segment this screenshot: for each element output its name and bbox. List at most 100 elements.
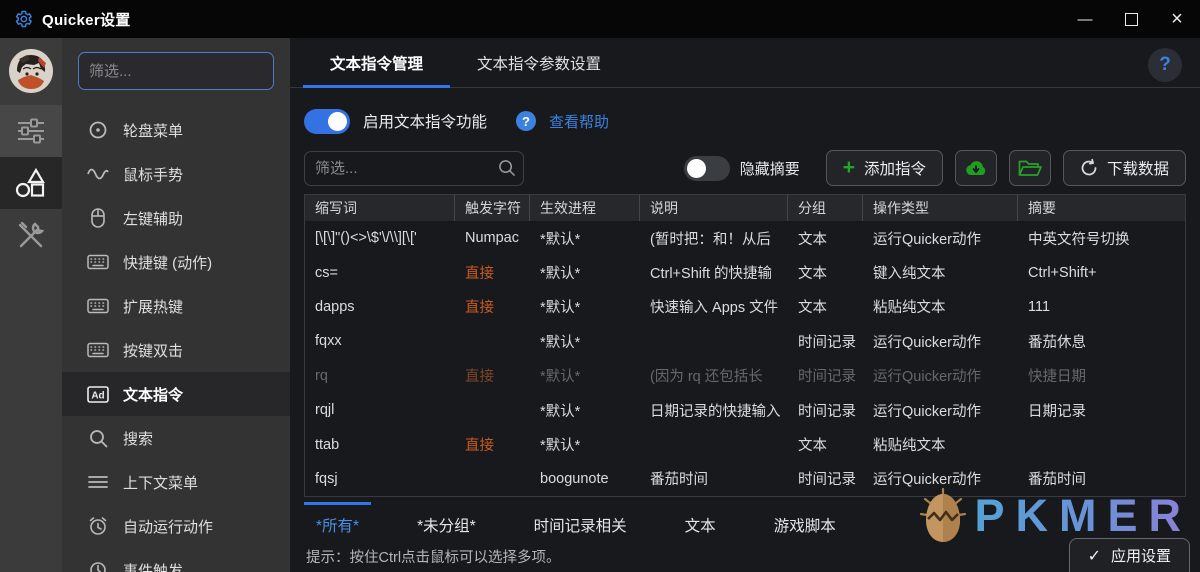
sidebar-item-event-trigger[interactable]: 事件触发 [62, 548, 290, 572]
mouse-icon [86, 208, 110, 228]
table-cell: 日期记录 [1028, 403, 1086, 420]
hide-summary-toggle[interactable] [683, 155, 730, 181]
alarm-clock-icon [86, 516, 110, 536]
table-cell: 运行Quicker动作 [873, 472, 981, 489]
tab-bar: 文本指令管理 文本指令参数设置 [290, 38, 1200, 88]
group-tab[interactable]: 游戏脚本 [762, 502, 848, 542]
keyboard-icon [86, 342, 110, 358]
cloud-download-button[interactable] [954, 150, 997, 186]
sidebar-item-extended-hotkeys[interactable]: 扩展热键 [62, 284, 290, 328]
table-cell: (因为 rq 还包括长 [650, 369, 763, 386]
table-cell: cs= [315, 264, 338, 281]
table-cell: dapps [315, 298, 355, 315]
table-cell: 文本 [798, 266, 827, 283]
table-cell: fqsj [315, 470, 338, 487]
add-command-button[interactable]: + 添加指令 [825, 150, 943, 186]
download-data-button[interactable]: 下载数据 [1062, 150, 1186, 186]
group-tab[interactable]: *未分组* [405, 502, 488, 542]
column-header[interactable]: 操作类型 [863, 195, 1018, 221]
table-cell: 直接 [465, 300, 494, 317]
minimize-button[interactable]: — [1062, 0, 1108, 38]
table-row[interactable]: cs= 直接 *默认* Ctrl+Shift 的快捷输 文本 键入纯文本 Ctrl+Shif… [305, 255, 1185, 289]
table-body: [\[\]"()<>\$'\/\\][\[' Numpac *默认* (暂时把：和！从… [305, 221, 1185, 496]
search-icon [86, 429, 110, 448]
table-cell: 粘贴纯文本 [873, 300, 946, 317]
table-cell: 番茄休息 [1028, 334, 1086, 351]
tools-icon [16, 220, 46, 250]
help-question-icon: ? [516, 111, 537, 131]
wave-icon [86, 166, 110, 182]
table-cell: 快捷日期 [1028, 369, 1086, 386]
table-row[interactable]: rqjl *默认* 日期记录的快捷输入 时间记录 运行Quicker动作 日期记录 [305, 393, 1185, 427]
sidebar-item-wheel-menu[interactable]: 轮盘菜单 [62, 108, 290, 152]
table-cell: 中英文符号切换 [1028, 231, 1130, 248]
maximize-icon [1124, 12, 1138, 26]
text-command-table: 缩写词 触发字符 生效进程 说明 分组 操作类型 摘要 [\[\]"()<>\$'\/\\]… [304, 194, 1186, 498]
group-tab-bar: *所有* *未分组* 时间记录相关 文本 游戏脚本 [304, 502, 1200, 542]
table-row[interactable]: ttab 直接 *默认* 文本 粘贴纯文本 [305, 427, 1185, 461]
table-cell: 直接 [465, 369, 494, 386]
table-cell: 运行Quicker动作 [873, 369, 981, 386]
table-cell: ttab [315, 436, 340, 453]
group-tab[interactable]: 时间记录相关 [522, 502, 639, 542]
sidebar-item-key-double-click[interactable]: 按键双击 [62, 328, 290, 372]
tab-text-command-management[interactable]: 文本指令管理 [303, 52, 451, 88]
main-panel: 文本指令管理 文本指令参数设置 ? 启用文本指令功能 ? 查看帮助 隐藏摘要 [290, 38, 1200, 572]
help-button[interactable]: ? [1148, 48, 1182, 82]
table-cell: 键入纯文本 [873, 266, 946, 283]
svg-text:Ad: Ad [91, 390, 104, 401]
open-folder-button[interactable] [1008, 150, 1051, 186]
refresh-icon [1080, 159, 1098, 177]
sidebar-item-context-menu[interactable]: 上下文菜单 [62, 460, 290, 504]
user-avatar[interactable] [9, 49, 53, 93]
table-cell: *默认* [540, 231, 581, 248]
plus-icon: + [842, 155, 855, 179]
keyboard-icon [86, 298, 110, 314]
table-cell: boogunote [540, 470, 609, 487]
table-row[interactable]: fqxx *默认* 时间记录 运行Quicker动作 番茄休息 [305, 324, 1185, 358]
check-icon: ✓ [1087, 547, 1101, 565]
table-cell: 粘贴纯文本 [873, 438, 946, 455]
rail-item-tools[interactable] [0, 209, 62, 261]
sidebar-filter-input[interactable] [78, 52, 274, 90]
table-row[interactable]: [\[\]"()<>\$'\/\\][\[' Numpac *默认* (暂时把：和！从… [305, 221, 1185, 255]
table-filter-input[interactable] [304, 150, 524, 186]
table-cell: 运行Quicker动作 [873, 334, 981, 351]
column-header[interactable]: 说明 [640, 195, 788, 221]
rail-item-settings[interactable] [0, 105, 62, 157]
rail-item-actions[interactable] [0, 157, 62, 209]
table-cell: 时间记录 [798, 369, 856, 386]
table-cell: *默认* [540, 403, 581, 420]
group-tab[interactable]: 文本 [673, 502, 728, 542]
view-help-link[interactable]: 查看帮助 [549, 111, 609, 132]
sidebar-item-search[interactable]: 搜索 [62, 416, 290, 460]
sidebar-item-text-commands[interactable]: Ad 文本指令 [62, 372, 290, 416]
table-row[interactable]: fqsj boogunote 番茄时间 时间记录 运行Quicker动作 番茄时间 [305, 462, 1185, 496]
column-header[interactable]: 生效进程 [530, 195, 640, 221]
column-header[interactable]: 摘要 [1018, 195, 1185, 221]
table-row[interactable]: dapps 直接 *默认* 快速输入 Apps 文件 文本 粘贴纯文本 111 [305, 290, 1185, 324]
tab-text-command-params[interactable]: 文本指令参数设置 [450, 52, 628, 87]
group-tab[interactable]: *所有* [304, 502, 372, 542]
sidebar-item-mouse-gesture[interactable]: 鼠标手势 [62, 152, 290, 196]
sidebar-item-hotkeys[interactable]: 快捷键 (动作) [62, 240, 290, 284]
maximize-button[interactable] [1108, 0, 1154, 38]
gear-icon [12, 9, 32, 29]
column-header[interactable]: 触发字符 [455, 195, 530, 221]
column-header[interactable]: 分组 [788, 195, 863, 221]
apply-settings-button[interactable]: ✓ 应用设置 [1068, 538, 1190, 572]
table-cell: 直接 [465, 266, 494, 283]
table-cell: *默认* [540, 266, 581, 283]
table-row[interactable]: rq 直接 *默认* (因为 rq 还包括长 时间记录 运行Quicker动作 快捷日期 [305, 359, 1185, 393]
shapes-icon [15, 168, 47, 198]
title-bar: Quicker设置 — × [0, 0, 1200, 38]
sliders-icon [16, 118, 46, 144]
close-button[interactable]: × [1154, 0, 1200, 38]
sidebar-item-auto-run[interactable]: 自动运行动作 [62, 504, 290, 548]
table-cell: 番茄时间 [1028, 472, 1086, 489]
enable-text-command-toggle[interactable] [304, 108, 350, 134]
window-title: Quicker设置 [42, 11, 131, 29]
sidebar-item-left-click-assist[interactable]: 左键辅助 [62, 196, 290, 240]
table-header: 缩写词 触发字符 生效进程 说明 分组 操作类型 摘要 [305, 195, 1185, 221]
column-header[interactable]: 缩写词 [305, 195, 455, 221]
